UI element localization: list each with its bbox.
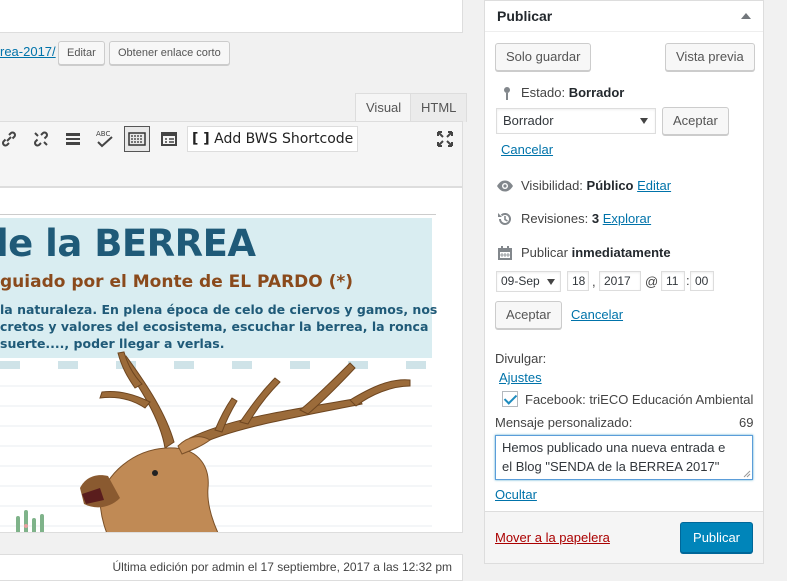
revisions-count: 3 <box>591 211 600 226</box>
status-label: Estado: <box>521 85 566 100</box>
month-select[interactable]: 09-Sep <box>496 271 561 292</box>
hour-input[interactable]: 11 <box>661 271 685 291</box>
poster-image: le la BERREA guiado por el Monte de EL P… <box>0 218 437 532</box>
hide-share-link[interactable]: Ocultar <box>495 487 537 502</box>
plant-decoration <box>16 510 44 532</box>
publish-schedule-row: Publicar inmediatamente <box>521 245 671 260</box>
edit-permalink-button[interactable]: Editar <box>58 41 105 65</box>
share-settings-link[interactable]: Ajustes <box>499 370 542 385</box>
message-text-line: el Blog "SENDA de la BERREA 2017" <box>502 459 720 474</box>
collapse-caret-icon[interactable] <box>741 13 751 19</box>
post-title-field[interactable] <box>0 0 463 33</box>
pin-icon <box>504 87 510 100</box>
message-text-line: Hemos publicado una nueva entrada e <box>502 440 726 455</box>
custom-message-textarea[interactable]: Hemos publicado una nueva entrada e el B… <box>495 435 753 480</box>
unlink-icon[interactable] <box>28 126 54 152</box>
deer-illustration <box>80 351 411 532</box>
eye-icon <box>497 180 513 192</box>
publish-box-title: Publicar <box>497 8 553 24</box>
date-cancel-link[interactable]: Cancelar <box>571 307 623 322</box>
toolbar-toggle-icon[interactable] <box>124 126 150 152</box>
form-icon[interactable] <box>156 126 182 152</box>
month-select-value: 09-Sep <box>501 274 540 288</box>
facebook-share-checkbox[interactable] <box>502 391 518 407</box>
bws-shortcode-label: Add BWS Shortcode <box>214 131 354 147</box>
custom-message-label: Mensaje personalizado: <box>495 415 633 430</box>
move-to-trash-link[interactable]: Mover a la papelera <box>495 530 610 545</box>
visibility-row: Visibilidad: Público Editar <box>521 178 671 193</box>
date-at-sign: @ <box>645 274 659 289</box>
editor-status-bar: Última edición por admin el 17 septiembr… <box>0 554 463 581</box>
visibility-label: Visibilidad: <box>521 178 583 193</box>
save-draft-button[interactable]: Solo guardar <box>495 43 592 71</box>
publish-box: Publicar Solo guardar Vista previa Estad… <box>484 0 764 564</box>
tab-html[interactable]: HTML <box>410 93 468 122</box>
insert-link-icon[interactable] <box>0 126 22 152</box>
poster-subtitle: guiado por el Monte de EL PARDO (*) <box>0 272 354 292</box>
bws-shortcode-button[interactable]: [ ] Add BWS Shortcode <box>187 126 359 152</box>
revisions-clock-icon <box>498 212 511 225</box>
date-separator-comma: , <box>592 274 596 289</box>
publish-box-header[interactable]: Publicar <box>485 1 763 32</box>
facebook-share-label: Facebook: triECO Educación Ambiental <box>525 392 754 407</box>
minute-input[interactable]: 00 <box>690 271 714 291</box>
resize-grip-icon[interactable] <box>743 470 751 478</box>
visibility-edit-link[interactable]: Editar <box>637 178 671 193</box>
tab-visual[interactable]: Visual <box>355 93 413 122</box>
fullscreen-icon[interactable] <box>432 126 458 152</box>
publish-actions: Mover a la papelera Publicar <box>485 511 763 563</box>
poster-text-line: cretos y valores del ecosistema, escucha… <box>0 319 429 334</box>
get-shortlink-button[interactable]: Obtener enlace corto <box>109 41 230 65</box>
read-more-icon[interactable] <box>60 126 86 152</box>
publish-schedule-value: inmediatamente <box>571 245 671 260</box>
status-select[interactable]: Borrador <box>496 108 656 134</box>
shortcode-bracket-icon: [ ] <box>192 131 210 147</box>
preview-button[interactable]: Vista previa <box>665 43 755 71</box>
chevron-down-icon <box>547 279 555 285</box>
calendar-icon <box>498 246 512 260</box>
svg-text:ABC: ABC <box>96 130 110 138</box>
spellcheck-icon[interactable]: ABC <box>92 126 118 152</box>
status-accept-button[interactable]: Aceptar <box>662 107 729 135</box>
year-input[interactable]: 2017 <box>599 271 641 291</box>
publish-schedule-label: Publicar <box>521 245 568 260</box>
day-input[interactable]: 18 <box>567 271 589 291</box>
revisions-label: Revisiones: <box>521 211 589 226</box>
char-counter: 69 <box>739 415 754 430</box>
poster-title: le la BERREA <box>0 222 256 265</box>
content-divider <box>0 214 436 215</box>
date-accept-button[interactable]: Aceptar <box>495 301 562 329</box>
share-label: Divulgar: <box>495 351 547 366</box>
poster-text-line: la naturaleza. En plena época de celo de… <box>0 302 438 317</box>
last-edited-text: Última edición por admin el 17 septiembr… <box>112 560 452 574</box>
visibility-value: Público <box>586 178 634 193</box>
status-cancel-link[interactable]: Cancelar <box>501 142 553 157</box>
chevron-down-icon <box>640 118 648 124</box>
status-row: Estado: Borrador <box>521 85 624 100</box>
status-value: Borrador <box>568 85 625 100</box>
editor-content[interactable]: le la BERREA guiado por el Monte de EL P… <box>0 187 463 533</box>
page-scrollbar[interactable] <box>772 0 787 581</box>
revisions-browse-link[interactable]: Explorar <box>603 211 651 226</box>
revisions-row: Revisiones: 3 Explorar <box>521 211 651 226</box>
publish-button[interactable]: Publicar <box>680 522 753 553</box>
permalink-bar: rea-2017/ <box>0 44 56 59</box>
permalink-link[interactable]: rea-2017/ <box>0 44 56 59</box>
status-select-value: Borrador <box>503 113 554 128</box>
